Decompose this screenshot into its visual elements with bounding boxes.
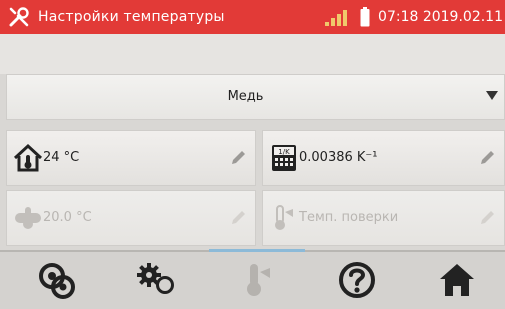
wrench-icon[interactable]	[4, 0, 34, 34]
temperature-coefficient-value: 0.00386 K⁻¹	[299, 150, 378, 165]
status-bar: Настройки температуры 07:18 2019.02.11	[0, 0, 505, 34]
home-icon[interactable]	[434, 258, 480, 302]
reference-temperature-tile[interactable]: 20.0 °C	[6, 190, 256, 246]
screen-title: Настройки температуры	[38, 9, 225, 25]
help-icon[interactable]	[334, 258, 380, 302]
calibration-temperature-label: Темп. поверки	[299, 210, 399, 225]
ambient-temperature-tile[interactable]: 24 °C	[6, 130, 256, 186]
thermometer-icon[interactable]	[234, 258, 280, 302]
active-tab-indicator	[209, 249, 305, 252]
material-value: Медь	[227, 89, 264, 104]
ambient-temperature-value: 24 °C	[43, 150, 80, 165]
bottom-toolbar	[0, 249, 505, 309]
house-thermometer-icon	[13, 143, 43, 173]
calibration-temperature-tile[interactable]: Темп. поверки	[262, 190, 505, 246]
pencil-icon[interactable]	[478, 149, 496, 167]
datetime: 07:18 2019.02.11	[378, 9, 503, 25]
pencil-icon[interactable]	[229, 209, 247, 227]
svg-text:1/K: 1/K	[278, 148, 290, 156]
pencil-icon[interactable]	[229, 149, 247, 167]
temperature-coefficient-tile[interactable]: 1/K 0.00386 K⁻¹	[262, 130, 505, 186]
reference-temperature-icon	[13, 203, 43, 233]
dropdown-arrow-icon	[486, 91, 498, 100]
meters-icon[interactable]	[34, 258, 80, 302]
signal-icon	[324, 7, 350, 27]
thermometer-flag-icon	[269, 203, 299, 233]
header-spacer	[0, 34, 505, 74]
material-select[interactable]: Медь	[6, 74, 505, 120]
coefficient-calculator-icon: 1/K	[269, 143, 299, 173]
battery-icon	[360, 7, 370, 27]
settings-icon[interactable]	[134, 258, 180, 302]
pencil-icon[interactable]	[478, 209, 496, 227]
reference-temperature-value: 20.0 °C	[43, 210, 92, 225]
